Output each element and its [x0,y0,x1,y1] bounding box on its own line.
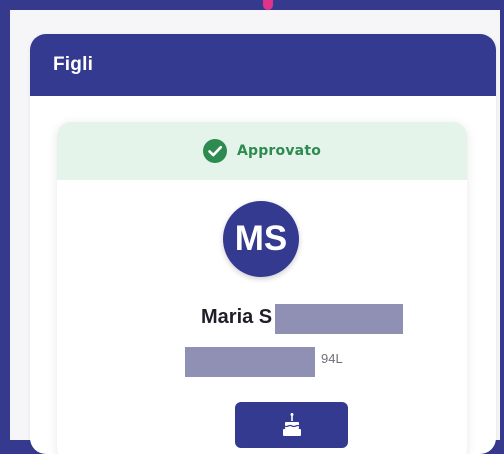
cake-icon [282,413,301,436]
approval-status-bar: Approvato [57,122,467,180]
section-title: Figli [53,54,94,75]
birthday-button[interactable] [235,402,348,448]
children-section: Figli Approvato MS Maria S 94L [30,34,496,454]
top-indicator-icon [263,0,273,10]
avatar-initials: MS [234,219,288,258]
section-header: Figli [30,34,496,96]
check-circle-icon [202,139,227,163]
status-text: Approvato [236,143,322,159]
child-name: Maria S [201,306,273,328]
name-redaction [275,304,403,334]
avatar: MS [223,201,299,277]
fiscal-code-redaction [185,347,315,377]
child-card[interactable]: Approvato MS Maria S 94L [57,122,467,454]
child-fiscal-code: 94L [321,351,343,366]
page-background: Figli Approvato MS Maria S 94L [10,10,500,454]
app-screen: Figli Approvato MS Maria S 94L [0,0,504,454]
